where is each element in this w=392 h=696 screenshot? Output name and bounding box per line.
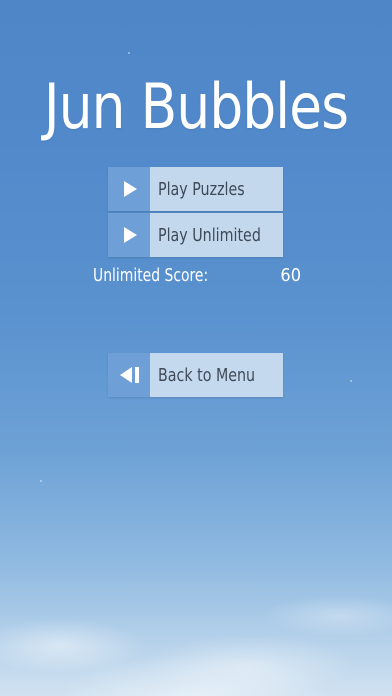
play-unlimited-label: Play Unlimited (158, 224, 261, 246)
back-to-menu-label: Back to Menu (158, 364, 256, 386)
play-icon (124, 181, 137, 197)
play-icon (124, 227, 137, 243)
play-puzzles-label: Play Puzzles (158, 178, 245, 200)
unlimited-score-label: Unlimited Score: (93, 265, 209, 286)
unlimited-score-value: 60 (280, 265, 301, 286)
back-to-menu-label-box: Back to Menu (150, 353, 283, 397)
star-speck (128, 52, 130, 54)
star-speck (40, 480, 42, 482)
play-unlimited-label-box: Play Unlimited (150, 213, 283, 257)
play-unlimited-icon-box (108, 213, 150, 257)
play-puzzles-icon-box (108, 167, 150, 211)
play-puzzles-button[interactable]: Play Puzzles (108, 167, 283, 211)
star-speck (350, 380, 352, 382)
play-puzzles-label-box: Play Puzzles (150, 167, 283, 211)
game-title: Jun Bubbles (43, 70, 349, 143)
play-unlimited-button[interactable]: Play Unlimited (108, 213, 283, 257)
back-icon (119, 367, 139, 383)
back-to-menu-button[interactable]: Back to Menu (108, 353, 283, 397)
cloud-layer (0, 496, 392, 696)
back-icon-box (108, 353, 150, 397)
unlimited-score-row: Unlimited Score: 60 (93, 265, 305, 289)
